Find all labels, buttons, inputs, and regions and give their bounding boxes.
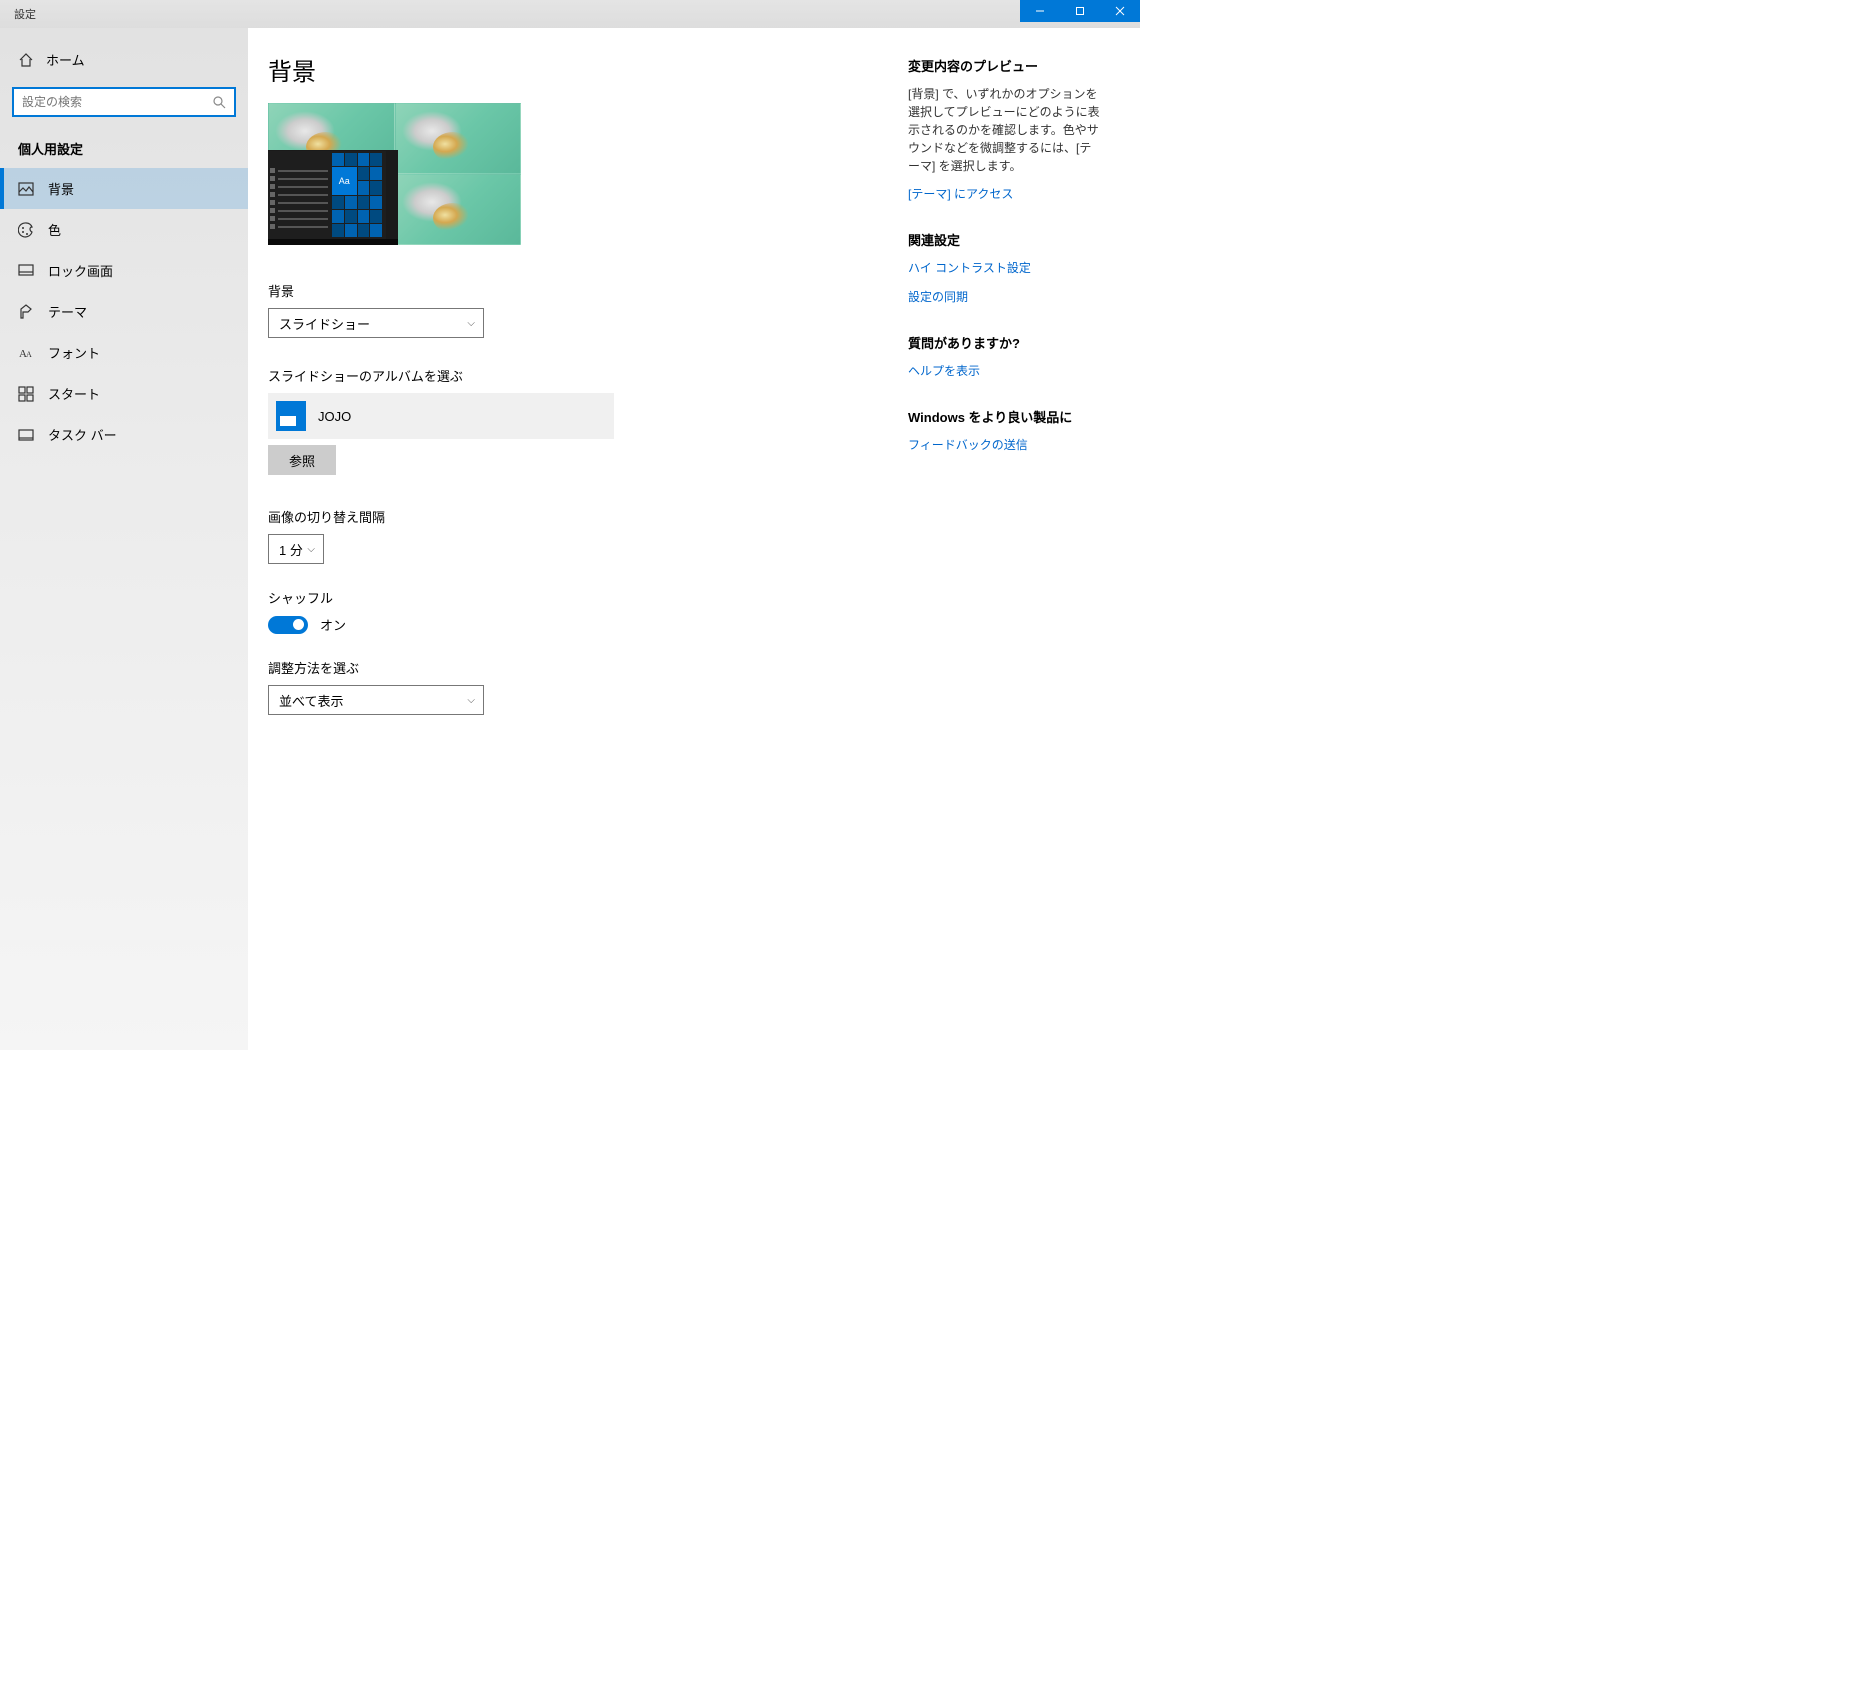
svg-text:A: A [26,350,32,359]
window-title: 設定 [0,6,36,22]
shuffle-label: シャッフル [268,588,908,607]
background-dropdown[interactable]: スライドショー ⌵ [268,308,484,338]
sidebar: ホーム 個人用設定 背景 色 ロック画面 テーマ [0,28,248,1050]
nav-start[interactable]: スタート [0,373,248,414]
section-header: 個人用設定 [0,133,248,168]
nav-label: ロック画面 [48,261,113,280]
nav-label: テーマ [48,302,87,321]
maximize-button[interactable] [1060,0,1100,22]
help-link[interactable]: ヘルプを表示 [908,362,1100,379]
feedback-heading: Windows をより良い製品に [908,407,1100,426]
nav-label: 背景 [48,179,74,198]
folder-icon [276,401,306,431]
album-label: スライドショーのアルバムを選ぶ [268,366,908,385]
content: 背景 [268,52,908,1050]
related-heading: 関連設定 [908,230,1100,249]
page-title: 背景 [268,52,908,87]
minimize-button[interactable] [1020,0,1060,22]
background-preview: Aa [268,103,521,245]
chevron-down-icon: ⌵ [467,695,475,706]
themes-link[interactable]: [テーマ] にアクセス [908,185,1100,202]
feedback-link[interactable]: フィードバックの送信 [908,436,1100,453]
question-heading: 質問がありますか? [908,333,1100,352]
nav-label: スタート [48,384,100,403]
right-column: 変更内容のプレビュー [背景] で、いずれかのオプションを選択してプレビューにど… [908,52,1100,1050]
album-item[interactable]: JOJO [268,393,614,439]
taskbar-icon [18,427,34,443]
chevron-down-icon: ⌵ [467,318,475,329]
search-box[interactable] [12,87,236,117]
home-icon [18,52,34,68]
nav-label: フォント [48,343,100,362]
high-contrast-link[interactable]: ハイ コントラスト設定 [908,259,1100,276]
home-nav[interactable]: ホーム [0,42,248,77]
lockscreen-icon [18,263,34,279]
interval-value: 1 分 [279,540,303,559]
background-value: スライドショー [279,314,370,333]
nav-fonts[interactable]: AA フォント [0,332,248,373]
close-button[interactable] [1100,0,1140,22]
nav-label: タスク バー [48,425,117,444]
nav-label: 色 [48,220,61,239]
fit-value: 並べて表示 [279,691,343,710]
titlebar: 設定 [0,0,1140,28]
album-name: JOJO [318,409,351,424]
palette-icon [18,222,34,238]
interval-dropdown[interactable]: 1 分 ⌵ [268,534,324,564]
start-icon [18,386,34,402]
shuffle-toggle[interactable] [268,616,308,634]
shuffle-state: オン [320,615,346,634]
nav-colors[interactable]: 色 [0,209,248,250]
nav-lockscreen[interactable]: ロック画面 [0,250,248,291]
background-label: 背景 [268,281,908,300]
font-icon: AA [18,345,34,361]
chevron-down-icon: ⌵ [307,544,315,555]
theme-icon [18,304,34,320]
browse-button[interactable]: 参照 [268,445,336,475]
sync-settings-link[interactable]: 設定の同期 [908,288,1100,305]
picture-icon [18,181,34,197]
search-icon [213,96,226,109]
nav-background[interactable]: 背景 [0,168,248,209]
search-input[interactable] [22,95,213,109]
nav-themes[interactable]: テーマ [0,291,248,332]
home-label: ホーム [46,50,85,69]
nav-taskbar[interactable]: タスク バー [0,414,248,455]
preview-body: [背景] で、いずれかのオプションを選択してプレビューにどのように表示されるのか… [908,85,1100,175]
fit-dropdown[interactable]: 並べて表示 ⌵ [268,685,484,715]
preview-sample-text: Aa [332,167,357,194]
fit-label: 調整方法を選ぶ [268,658,908,677]
interval-label: 画像の切り替え間隔 [268,507,908,526]
preview-heading: 変更内容のプレビュー [908,56,1100,75]
